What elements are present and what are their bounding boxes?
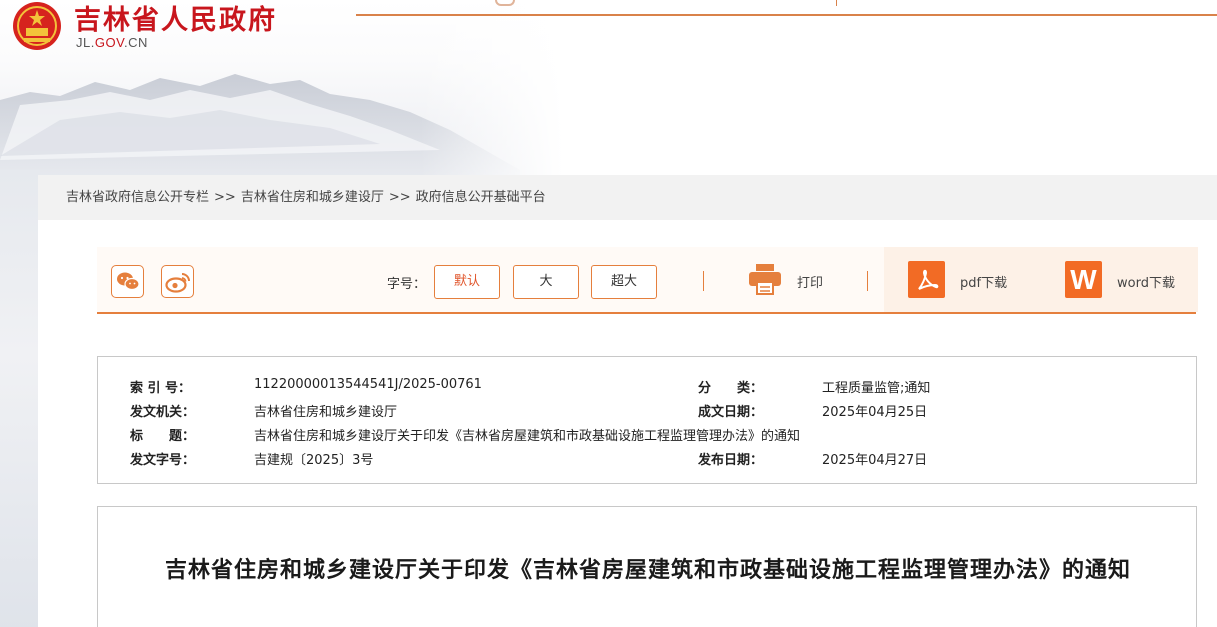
article-body: 吉林省住房和城乡建设厅关于印发《吉林省房屋建筑和市政基础设施工程监理管理办法》的… <box>97 506 1197 627</box>
word-download-button[interactable]: W word下载 <box>1041 247 1198 312</box>
breadcrumb-item[interactable]: 吉林省政府信息公开专栏 <box>66 190 209 205</box>
national-emblem-icon[interactable] <box>10 0 64 54</box>
issuer-value: 吉林省住房和城乡建设厅 <box>254 405 398 420</box>
share-weibo-button[interactable] <box>161 265 194 298</box>
publish-date-value: 2025年04月27日 <box>822 453 928 468</box>
document-metadata: 索 引 号： 11220000013544541J/2025-00761 分 类… <box>97 356 1197 484</box>
breadcrumb: 吉林省政府信息公开专栏 >> 吉林省住房和城乡建设厅 >> 政府信息公开基础平台 <box>38 175 1217 220</box>
pdf-icon <box>908 261 945 298</box>
toolbar-divider <box>703 271 704 291</box>
index-value: 11220000013544541J/2025-00761 <box>254 377 482 392</box>
docno-label: 发文字号： <box>130 453 196 468</box>
print-button[interactable]: 打印 <box>797 272 823 291</box>
wechat-icon <box>116 272 140 290</box>
title-label: 标 题： <box>130 429 196 444</box>
pdf-download-button[interactable]: pdf下载 <box>884 247 1041 312</box>
header-rule <box>356 14 1217 16</box>
article-title: 吉林省住房和城乡建设厅关于印发《吉林省房屋建筑和市政基础设施工程监理管理办法》的… <box>164 557 1131 583</box>
font-default-button[interactable]: 默认 <box>434 265 500 299</box>
meta-row: 索 引 号： 11220000013544541J/2025-00761 分 类… <box>98 377 1198 401</box>
issuer-label: 发文机关： <box>130 405 196 420</box>
print-icon[interactable] <box>748 263 782 295</box>
font-size-label: 字号： <box>387 277 427 292</box>
date-written-value: 2025年04月25日 <box>822 405 928 420</box>
breadcrumb-item[interactable]: 吉林省住房和城乡建设厅 <box>241 190 384 205</box>
meta-row: 发文机关： 吉林省住房和城乡建设厅 成文日期： 2025年04月25日 <box>98 401 1198 425</box>
header-tick <box>836 0 837 6</box>
publish-date-label: 发布日期： <box>698 453 764 468</box>
breadcrumb-separator: >> <box>388 190 411 205</box>
pdf-download-label: pdf下载 <box>960 276 1008 291</box>
weibo-icon <box>164 272 190 293</box>
word-icon: W <box>1065 261 1102 298</box>
share-wechat-button[interactable] <box>111 265 144 298</box>
category-value: 工程质量监管;通知 <box>822 381 931 396</box>
meta-row: 标 题： 吉林省住房和城乡建设厅关于印发《吉林省房屋建筑和市政基础设施工程监理管… <box>98 425 1198 449</box>
content-panel: 吉林省政府信息公开专栏 >> 吉林省住房和城乡建设厅 >> 政府信息公开基础平台 字号：… <box>38 175 1217 627</box>
category-label: 分 类： <box>698 381 764 396</box>
font-xlarge-button[interactable]: 超大 <box>591 265 657 299</box>
index-label: 索 引 号： <box>130 381 192 396</box>
site-title[interactable]: 吉林省人民政府 <box>74 0 277 37</box>
article-toolbar: 字号： 默认 大 超大 打印 pdf下载 W word下载 <box>97 247 1198 314</box>
side-mist <box>0 170 40 627</box>
date-written-label: 成文日期： <box>698 405 764 420</box>
site-domain[interactable]: JL.GOV.CN <box>76 35 148 50</box>
word-download-label: word下载 <box>1117 276 1175 291</box>
meta-row: 发文字号： 吉建规〔2025〕3号 发布日期： 2025年04月27日 <box>98 449 1198 473</box>
header-ornament <box>495 0 515 6</box>
font-large-button[interactable]: 大 <box>513 265 579 299</box>
breadcrumb-separator: >> <box>214 190 236 205</box>
title-value: 吉林省住房和城乡建设厅关于印发《吉林省房屋建筑和市政基础设施工程监理管理办法》的… <box>254 429 801 444</box>
docno-value: 吉建规〔2025〕3号 <box>254 453 374 468</box>
breadcrumb-item[interactable]: 政府信息公开基础平台 <box>416 190 546 205</box>
toolbar-divider <box>867 271 868 291</box>
